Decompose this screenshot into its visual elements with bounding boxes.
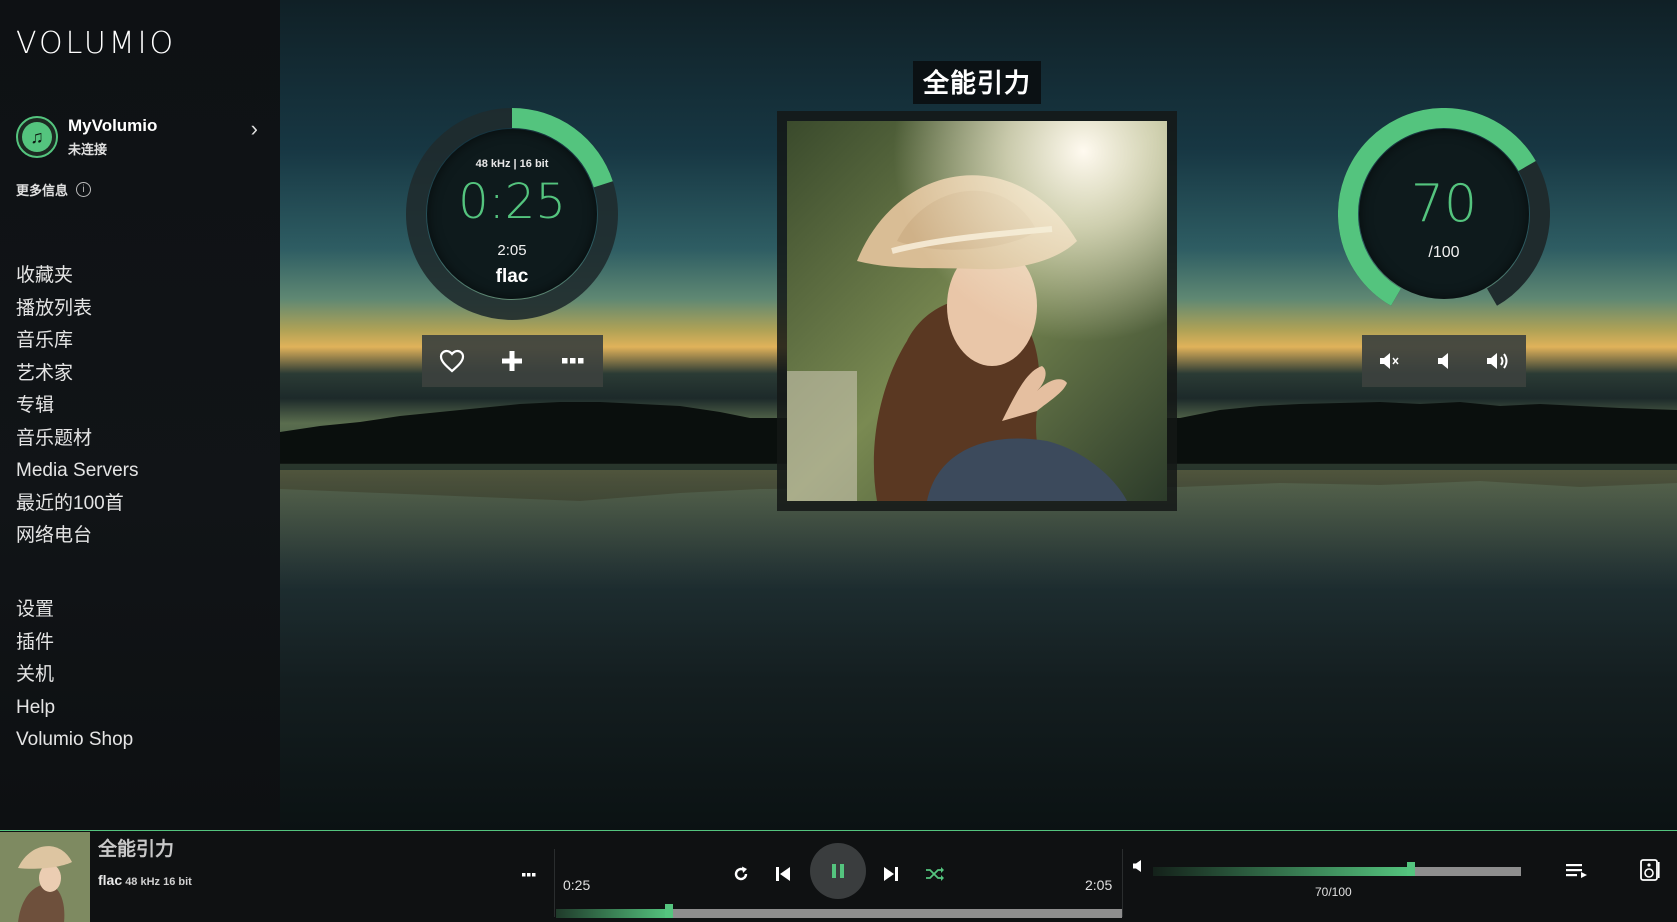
seek-bar[interactable] xyxy=(556,904,1122,918)
player-song-title: 全能引力 xyxy=(98,839,175,860)
info-icon: i xyxy=(76,182,92,197)
volume-slider-thumb[interactable] xyxy=(1406,862,1415,876)
queue-icon xyxy=(1566,864,1587,878)
sidebar-item-artists[interactable]: 艺术家 xyxy=(16,358,139,391)
player-duration: 2:05 xyxy=(1085,877,1113,893)
sidebar-item-last-100[interactable]: 最近的100首 xyxy=(16,488,139,521)
speaker-device-icon xyxy=(1640,859,1660,881)
divider xyxy=(1122,849,1123,917)
favorite-button[interactable] xyxy=(434,343,470,379)
volume-slider-fill xyxy=(1153,867,1411,876)
sidebar-item-media-servers[interactable]: Media Servers xyxy=(16,455,139,488)
track-duration: 2:05 xyxy=(497,242,527,259)
queue-button[interactable] xyxy=(1566,863,1588,884)
shuffle-icon xyxy=(926,867,944,881)
pause-icon xyxy=(832,864,844,878)
output-device-button[interactable] xyxy=(1640,858,1660,887)
volume-up-icon xyxy=(1486,353,1508,369)
mute-button[interactable] xyxy=(1371,343,1407,379)
player-codec: flac xyxy=(98,872,123,888)
album-art[interactable] xyxy=(777,111,1177,511)
volumio-logo[interactable]: VOLUMIO xyxy=(16,26,176,61)
sidebar-item-plugins[interactable]: 插件 xyxy=(16,627,133,660)
mini-album-art[interactable] xyxy=(0,832,90,922)
volume-knob[interactable]: 70 /100 xyxy=(1338,108,1550,320)
heart-icon xyxy=(440,349,465,373)
skip-next-icon xyxy=(884,867,898,881)
myvolumio-status: 未连接 xyxy=(68,142,108,157)
more-options-button[interactable] xyxy=(555,343,591,379)
volume-mute-icon xyxy=(1380,353,1399,369)
volume-down-button[interactable] xyxy=(1426,343,1462,379)
track-actions-bar xyxy=(422,335,603,387)
sidebar-item-library[interactable]: 音乐库 xyxy=(16,325,139,358)
sidebar-item-help[interactable]: Help xyxy=(16,692,133,725)
pause-button[interactable] xyxy=(810,843,866,899)
next-button[interactable] xyxy=(878,849,904,899)
format-info: 48 kHz | 16 bit xyxy=(475,158,549,170)
volume-max: /100 xyxy=(1428,244,1460,261)
elapsed-time: 0:25 xyxy=(458,174,566,230)
skip-previous-icon xyxy=(776,867,790,881)
album-art-image xyxy=(787,121,1167,501)
volume-controls-bar xyxy=(1362,335,1526,387)
more-info-link[interactable]: 更多信息 i xyxy=(16,180,92,199)
shuffle-button[interactable] xyxy=(921,849,949,899)
sidebar-item-playlists[interactable]: 播放列表 xyxy=(16,293,139,326)
plus-icon xyxy=(502,351,523,371)
sidebar-item-web-radio[interactable]: 网络电台 xyxy=(16,520,139,553)
more-info-label: 更多信息 xyxy=(16,183,69,198)
player-format-info: 48 kHz 16 bit xyxy=(125,876,192,888)
sidebar-item-settings[interactable]: 设置 xyxy=(16,594,133,627)
previous-button[interactable] xyxy=(770,849,796,899)
sidebar: VOLUMIO ♫ MyVolumio 未连接 › 更多信息 i 收藏夹 播放列… xyxy=(0,0,280,830)
player-format: flac 48 kHz 16 bit xyxy=(98,872,192,888)
player-bar: 全能引力 flac 48 kHz 16 bit 0:25 2:05 70/100 xyxy=(0,830,1677,922)
player-mute-button[interactable] xyxy=(1132,859,1144,878)
volume-value: 70 xyxy=(1410,174,1478,234)
sidebar-item-shutdown[interactable]: 关机 xyxy=(16,659,133,692)
speaker-icon xyxy=(1133,860,1141,872)
repeat-icon xyxy=(734,866,748,881)
myvolumio-account[interactable]: ♫ MyVolumio 未连接 › xyxy=(16,116,266,160)
sidebar-item-favorites[interactable]: 收藏夹 xyxy=(16,260,139,293)
time-knob[interactable]: 48 kHz | 16 bit 0:25 2:05 flac xyxy=(406,108,618,320)
player-elapsed: 0:25 xyxy=(563,877,591,893)
sidebar-item-volumio-shop[interactable]: Volumio Shop xyxy=(16,724,133,757)
myvolumio-title: MyVolumio xyxy=(68,116,158,135)
song-title: 全能引力 xyxy=(913,61,1042,104)
add-to-playlist-button[interactable] xyxy=(494,343,530,379)
divider xyxy=(554,849,555,917)
sidebar-item-albums[interactable]: 专辑 xyxy=(16,390,139,423)
player-more-button[interactable] xyxy=(522,865,536,883)
sidebar-menu-primary: 收藏夹 播放列表 音乐库 艺术家 专辑 音乐题材 Media Servers 最… xyxy=(16,260,139,553)
chevron-right-icon[interactable]: › xyxy=(251,116,258,142)
ellipsis-icon xyxy=(522,873,536,877)
sidebar-menu-secondary: 设置 插件 关机 Help Volumio Shop xyxy=(16,594,133,757)
seek-bar-thumb[interactable] xyxy=(665,904,674,918)
volume-slider[interactable] xyxy=(1153,862,1521,876)
ellipsis-icon xyxy=(561,358,584,364)
volume-up-button[interactable] xyxy=(1481,343,1517,379)
volume-label: 70/100 xyxy=(1315,885,1352,899)
sidebar-item-genres[interactable]: 音乐题材 xyxy=(16,423,139,456)
repeat-button[interactable] xyxy=(728,849,754,899)
volume-down-icon xyxy=(1437,353,1448,369)
seek-bar-fill xyxy=(556,909,670,918)
codec-label: flac xyxy=(495,266,529,287)
music-note-icon: ♫ xyxy=(16,116,58,158)
